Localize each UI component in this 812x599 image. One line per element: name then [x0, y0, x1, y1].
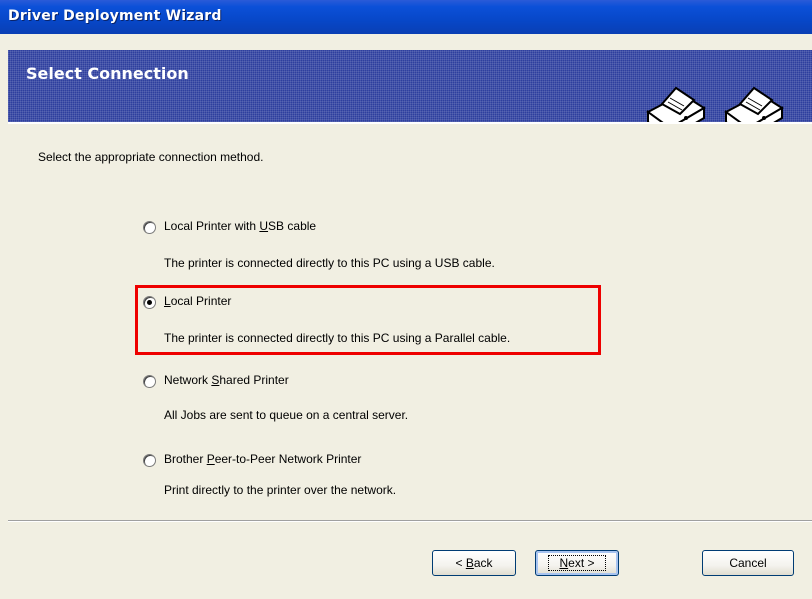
option-p2p-label[interactable]: Brother Peer-to-Peer Network Printer [164, 452, 361, 466]
footer-separator [8, 520, 812, 522]
header-banner: Select Connection [0, 34, 812, 140]
window-title: Driver Deployment Wizard [8, 8, 222, 24]
option-network-description: All Jobs are sent to queue on a central … [164, 408, 409, 422]
radio-peer-to-peer[interactable] [143, 454, 156, 467]
option-network-label[interactable]: Network Shared Printer [164, 373, 289, 387]
back-button[interactable]: < Back [432, 550, 516, 576]
cancel-button[interactable]: Cancel [702, 550, 794, 576]
page-title: Select Connection [26, 64, 189, 83]
option-usb-description: The printer is connected directly to thi… [164, 256, 495, 270]
option-local-description: The printer is connected directly to thi… [164, 331, 511, 345]
next-button[interactable]: Next > [535, 550, 619, 576]
radio-local-printer[interactable] [143, 296, 156, 309]
option-local-label[interactable]: Local Printer [164, 294, 231, 308]
option-usb-label[interactable]: Local Printer with USB cable [164, 219, 316, 233]
wizard-content: Select the appropriate connection method… [8, 132, 812, 520]
instruction-text: Select the appropriate connection method… [38, 150, 264, 164]
focus-rectangle: Next > [548, 555, 606, 571]
title-bar[interactable]: Driver Deployment Wizard [0, 0, 812, 34]
radio-network-shared[interactable] [143, 375, 156, 388]
option-p2p-description: Print directly to the printer over the n… [164, 483, 397, 497]
wizard-window: Driver Deployment Wizard Select Connecti… [0, 0, 812, 599]
radio-usb[interactable] [143, 221, 156, 234]
